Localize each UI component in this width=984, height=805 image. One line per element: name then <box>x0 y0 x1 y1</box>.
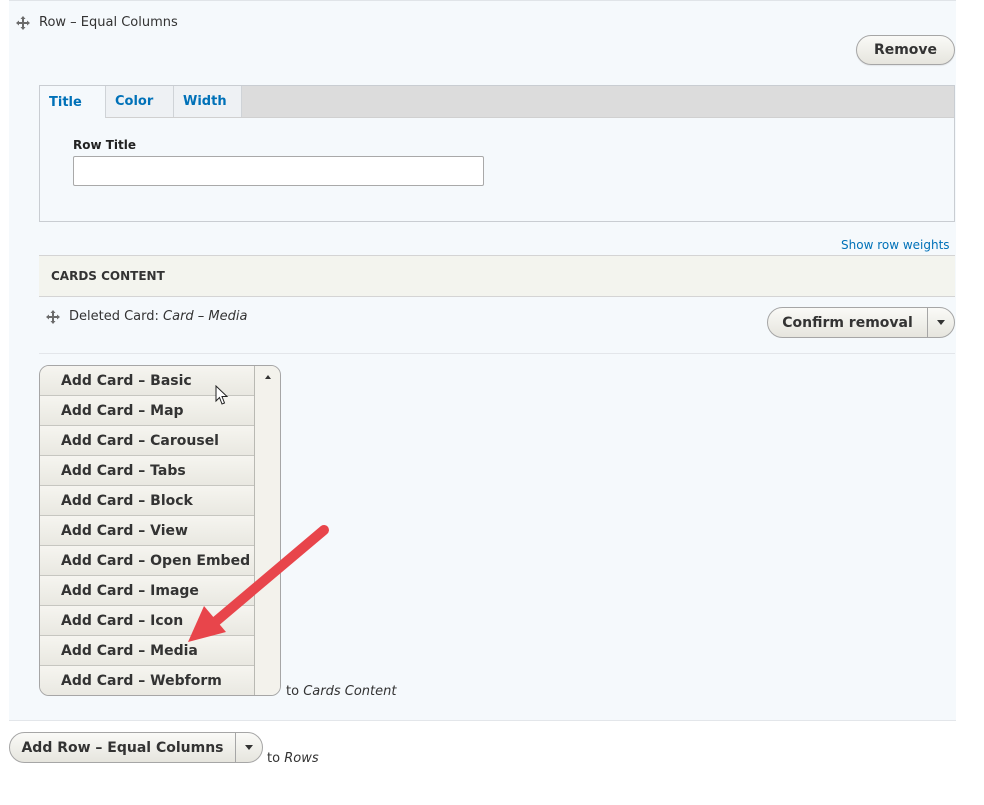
bottom-divider <box>9 720 956 721</box>
add-card-to: to <box>286 684 300 699</box>
deleted-card-prefix: Deleted Card: <box>69 309 159 324</box>
red-arrow-icon <box>188 525 329 642</box>
add-row-button[interactable]: Add Row – Equal Columns <box>10 733 235 762</box>
confirm-removal-split-button: Confirm removal <box>767 307 955 338</box>
add-row-destination: to Rows <box>267 751 319 766</box>
tab-width[interactable]: Width <box>174 86 242 117</box>
add-row-target: Rows <box>284 751 319 766</box>
card-drag-handle-icon[interactable] <box>46 310 60 324</box>
row-type-label: Row – Equal Columns <box>39 15 178 30</box>
add-row-split-button: Add Row – Equal Columns <box>9 732 263 763</box>
divider <box>39 353 955 354</box>
deleted-card-label: Deleted Card: Card – Media <box>69 309 247 324</box>
remove-button[interactable]: Remove <box>856 35 955 65</box>
tab-color[interactable]: Color <box>106 86 174 117</box>
caret-down-icon <box>245 745 253 750</box>
add-card-carousel[interactable]: Add Card – Carousel <box>40 426 254 456</box>
tab-title[interactable]: Title <box>40 86 106 118</box>
deleted-card-name: Card – Media <box>163 309 248 324</box>
caret-up-icon <box>265 375 271 379</box>
add-row-toggle[interactable] <box>235 733 262 762</box>
add-card-webform[interactable]: Add Card – Webform <box>40 666 254 695</box>
drag-handle-icon[interactable] <box>16 16 30 30</box>
confirm-removal-toggle[interactable] <box>927 308 954 337</box>
mouse-pointer-icon <box>215 384 229 410</box>
row-title-input[interactable] <box>73 156 484 186</box>
cards-content-header: CARDS CONTENT <box>39 255 955 297</box>
add-card-destination: to Cards Content <box>286 684 396 699</box>
scroll-up-button[interactable] <box>255 366 280 388</box>
add-card-block[interactable]: Add Card – Block <box>40 486 254 516</box>
confirm-removal-button[interactable]: Confirm removal <box>768 308 927 337</box>
caret-down-icon <box>937 320 945 325</box>
add-row-to: to <box>267 751 281 766</box>
row-title-label: Row Title <box>73 138 137 152</box>
show-row-weights-link[interactable]: Show row weights <box>841 238 950 252</box>
add-card-tabs[interactable]: Add Card – Tabs <box>40 456 254 486</box>
row-settings-tabs: Title Color Width Row Title <box>39 85 955 222</box>
add-card-target: Cards Content <box>303 684 397 699</box>
